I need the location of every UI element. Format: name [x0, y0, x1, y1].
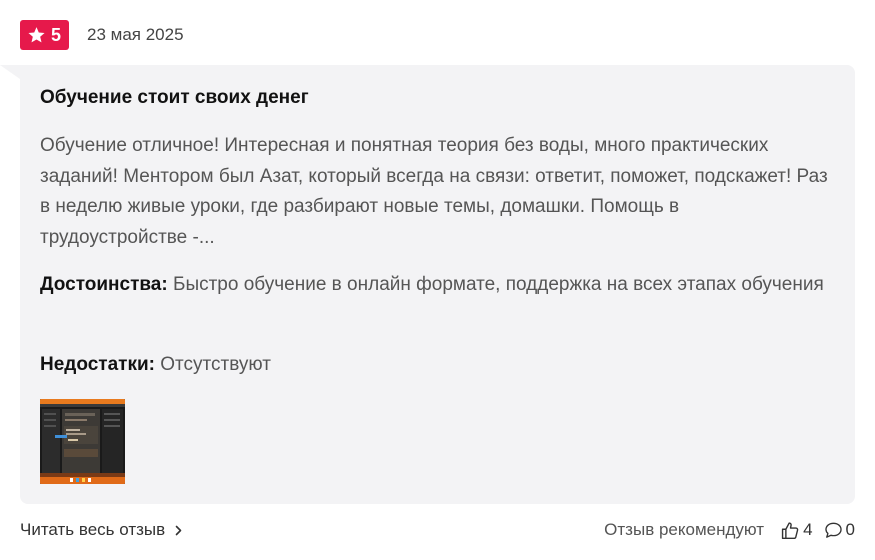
review-text: Обучение отличное! Интересная и понятная… — [40, 135, 828, 248]
review-pros: Достоинства: Быстро обучение в онлайн фо… — [40, 270, 830, 300]
like-count: 4 — [803, 520, 813, 539]
pros-text: Быстро обучение в онлайн формате, поддер… — [172, 274, 824, 295]
review-photo-thumbnail[interactable] — [40, 399, 125, 484]
review-footer: Читать весь отзыв Отзыв рекомендуют 4 0 — [20, 517, 855, 543]
cons-label: Недостатки: — [40, 354, 155, 375]
card-tail — [0, 65, 20, 79]
review-cons: Недостатки: Отсутствуют — [40, 350, 830, 380]
comment-count: 0 — [845, 520, 855, 539]
review-card: Обучение стоит своих денег Обучение отли… — [20, 65, 855, 504]
rating-badge: 5 — [20, 20, 70, 50]
comment-icon — [824, 522, 842, 538]
rating-value: 5 — [51, 24, 62, 45]
review-header: 5 23 мая 2025 — [20, 20, 184, 50]
recommend-label: Отзыв рекомендуют — [604, 520, 765, 539]
review-title: Обучение стоит своих денег — [40, 87, 309, 108]
screenshot-preview — [40, 399, 125, 484]
thumb-up-icon — [781, 521, 799, 539]
cons-text: Отсутствуют — [160, 354, 271, 375]
star-icon — [28, 27, 45, 43]
comments-button[interactable]: 0 — [824, 520, 855, 540]
chevron-right-icon — [175, 525, 182, 535]
review-date: 23 мая 2025 — [87, 25, 184, 44]
read-full-review-link[interactable]: Читать весь отзыв — [20, 520, 182, 540]
pros-label: Достоинства: — [40, 274, 168, 295]
read-full-review-label: Читать весь отзыв — [20, 520, 166, 539]
like-button[interactable]: 4 — [780, 520, 813, 540]
